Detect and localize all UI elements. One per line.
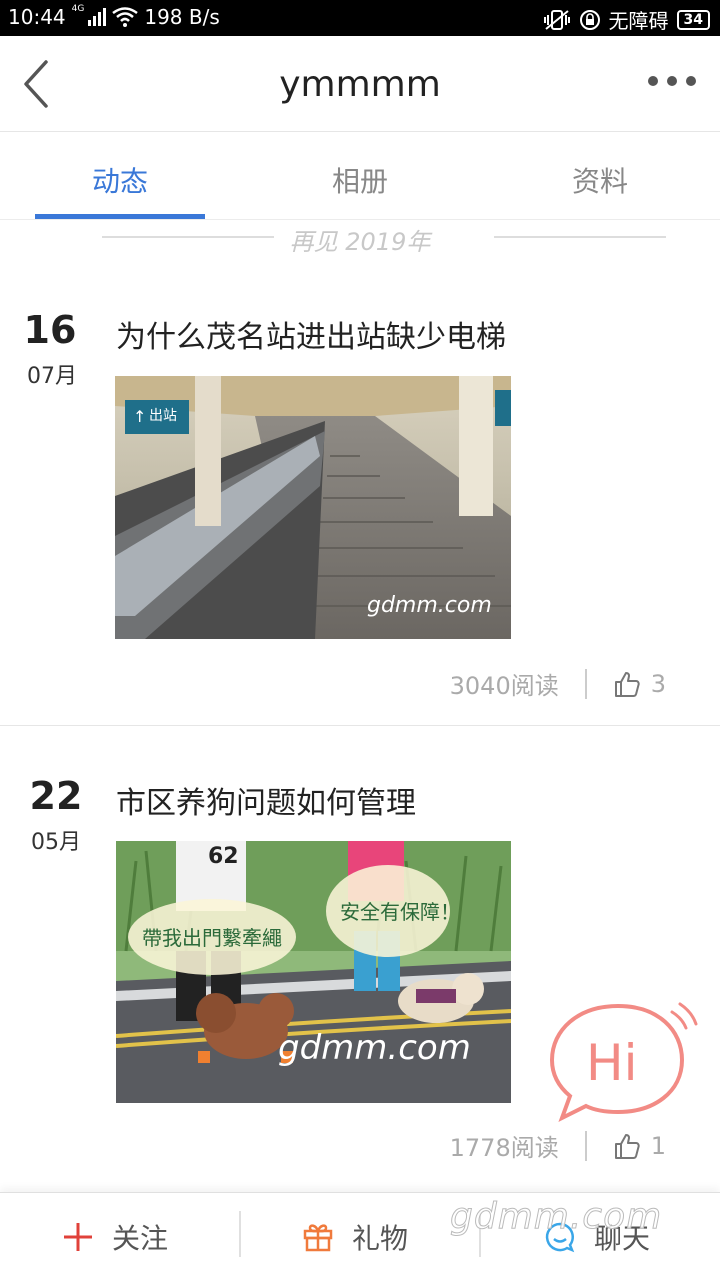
sign-text: 出站 [149,408,177,424]
bubble-text-left: 帶我出門繫牽繩 [142,926,282,950]
hi-chat-bubble[interactable]: Hi [548,1000,698,1124]
thumbs-up-icon [614,1133,640,1159]
post-title[interactable]: 市区养狗问题如何管理 [116,778,416,822]
plus-icon [64,1223,92,1251]
nav-bar: ymmmm [0,36,720,132]
gift-icon [303,1224,333,1252]
like-count: 1 [650,1131,666,1160]
lock-rotation-icon [579,9,600,30]
read-count: 3040阅读 [449,672,559,700]
accessibility-label: 无障碍 [608,9,669,33]
post-stats: 3040阅读 3 [450,666,666,701]
shirt-number: 62 [208,844,239,869]
battery-icon: 34 [676,9,710,30]
post-month: 05月 [31,830,81,855]
bottom-separator [239,1211,241,1257]
svg-text:↑: ↑ [133,407,146,426]
tab-album[interactable]: 相册 [275,160,445,200]
tab-indicator [35,214,205,219]
like-count: 3 [650,669,666,698]
vibrate-icon [543,9,570,30]
status-bar: 10:44 4G 198 B/s 无障碍 34 [0,0,720,36]
post-title[interactable]: 为什么茂名站进出站缺少电梯 [116,312,506,356]
post-card[interactable]: 16 07月 为什么茂名站进出站缺少电梯 ↑ 出站 gdmm.com 3040阅… [0,300,720,726]
network-speed: 198 B/s [144,5,220,29]
tab-activity[interactable]: 动态 [35,160,205,200]
post-image[interactable]: ↑ 出站 gdmm.com [115,376,511,639]
read-count: 1778阅读 [449,1134,559,1162]
network-type: 4G [71,4,85,14]
follow-label: 关注 [112,1222,169,1255]
signal-icon [88,8,107,26]
post-stats: 1778阅读 1 [450,1128,666,1163]
thumbs-up-icon [614,671,640,697]
status-time: 10:44 [8,5,66,29]
post-month: 07月 [27,364,77,389]
image-watermark: gdmm.com [278,1028,471,1068]
wifi-icon [112,7,139,27]
tab-profile[interactable]: 资料 [515,160,685,200]
more-icon[interactable] [648,76,696,86]
bubble-text-right: 安全有保障！ [340,900,460,924]
page-title: ymmmm [279,64,441,105]
gift-button[interactable]: 礼物 [302,1217,408,1257]
like-button[interactable]: 1 [613,1132,666,1160]
like-button[interactable]: 3 [613,670,666,698]
year-divider: 再见 2019年 [289,228,431,256]
tab-bar: 动态 相册 资料 [0,132,720,220]
post-day: 22 [29,774,83,818]
post-day: 16 [23,308,77,352]
image-watermark: gdmm.com [367,593,492,618]
follow-button[interactable]: 关注 [62,1217,168,1257]
page-watermark: gdmm.com [449,1196,663,1238]
post-image[interactable]: 62 帶我出門繫牽繩 安全有保障！ gdmm.com [116,841,511,1103]
post-divider [0,725,720,726]
hi-text: Hi [586,1034,638,1092]
gift-label: 礼物 [352,1222,409,1255]
